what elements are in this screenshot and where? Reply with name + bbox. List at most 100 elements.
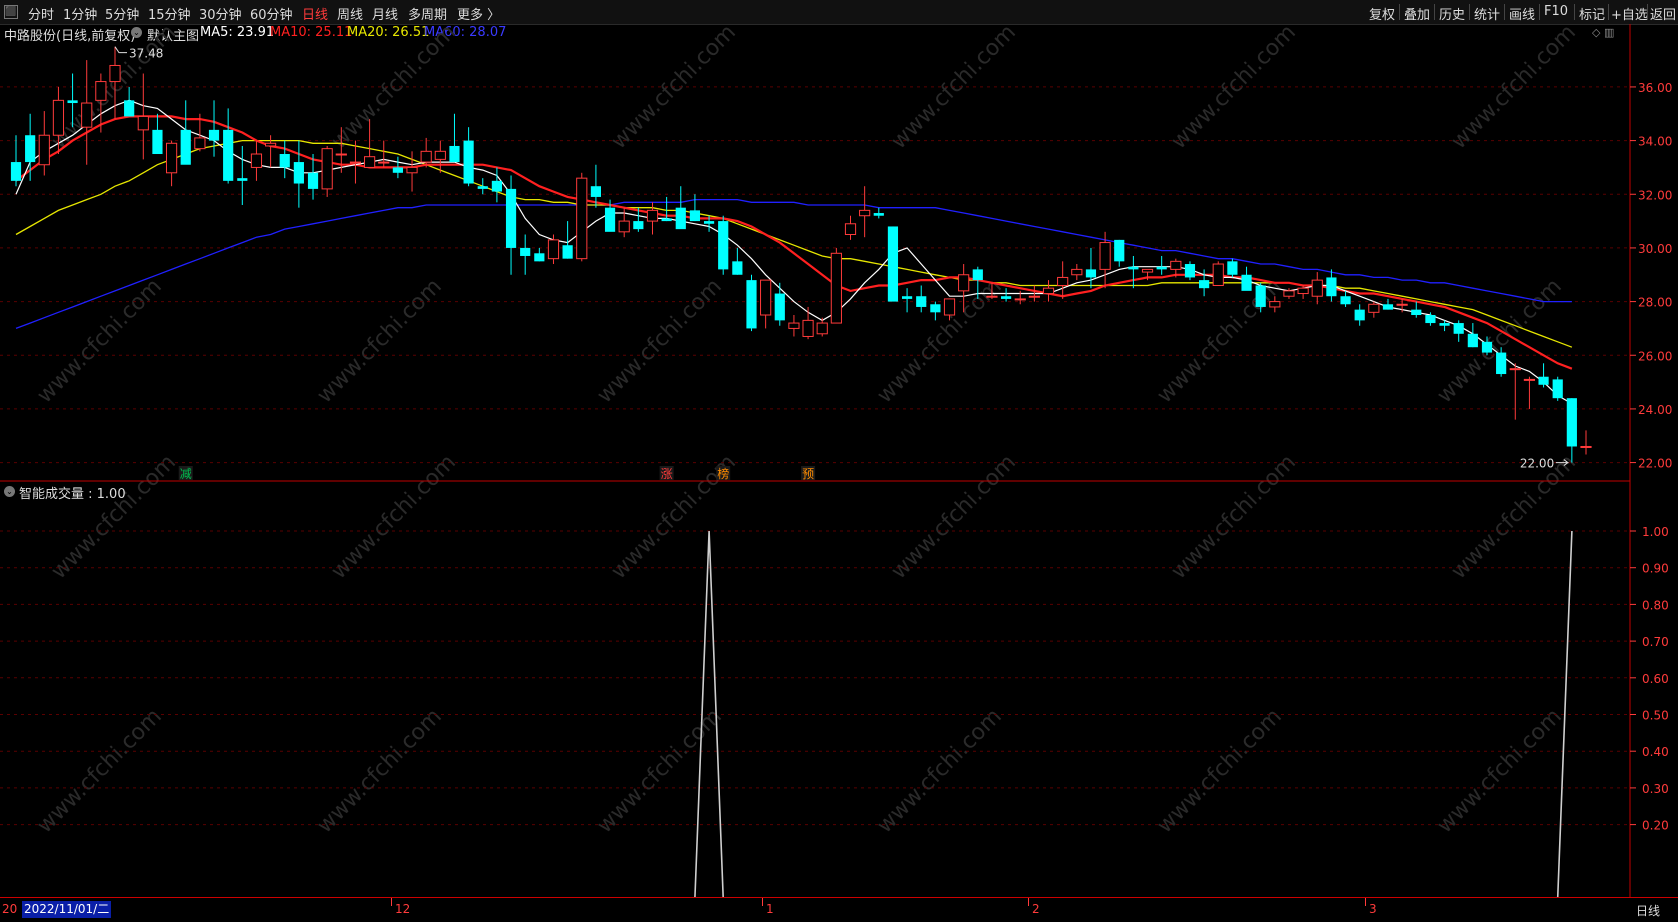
candle xyxy=(1269,296,1281,313)
candle xyxy=(1085,247,1097,289)
history-button[interactable]: 历史 xyxy=(1439,4,1465,23)
chart-settings-icon[interactable]: ⌄ xyxy=(131,27,142,38)
candle xyxy=(703,215,715,232)
period-multi[interactable]: 多周期 xyxy=(408,4,447,23)
candle-body xyxy=(675,207,686,230)
candle xyxy=(1227,258,1238,278)
ma5-line xyxy=(15,99,1573,405)
candle-body xyxy=(137,115,149,131)
candle xyxy=(802,306,814,340)
period-minute-time[interactable]: 分时 xyxy=(28,4,54,23)
period-60min[interactable]: 60分钟 xyxy=(250,4,293,23)
statistics-button[interactable]: 统计 xyxy=(1474,4,1500,23)
candle-body xyxy=(972,269,983,281)
candle-body xyxy=(1057,276,1069,286)
watermark-text: www.cfchi.com xyxy=(327,450,461,584)
low-price-label: 22.00 xyxy=(1520,457,1554,471)
f10-button[interactable]: F10 xyxy=(1544,4,1568,19)
period-daily[interactable]: 日线 xyxy=(302,4,328,23)
indicator-tick-label: 0.90 xyxy=(1642,562,1669,576)
candle xyxy=(1057,261,1069,299)
candle xyxy=(1481,336,1493,356)
period-5min[interactable]: 5分钟 xyxy=(105,4,139,23)
candle-body xyxy=(604,207,616,232)
ma20-value: MA20: 26.51 xyxy=(347,25,430,40)
candle-body xyxy=(392,167,403,173)
event-tag-bg xyxy=(659,466,674,480)
candle-body xyxy=(165,142,178,174)
candle-body xyxy=(307,172,319,189)
sidebar-toggle-icon[interactable]: ⬛ xyxy=(4,5,18,19)
candle xyxy=(434,140,446,173)
candle-body xyxy=(1255,285,1266,307)
period-monthly[interactable]: 月线 xyxy=(372,4,398,23)
main-chart-selector[interactable]: 默认主图 xyxy=(147,25,199,44)
candle-body xyxy=(703,221,715,224)
price-axes: 36.00 34.00 32.00 30.00 28.00 26.00 24.00 22.00… xyxy=(1630,81,1672,833)
candle-body xyxy=(534,253,545,262)
indicator-label: 智能成交量 : 1.00 xyxy=(19,487,126,502)
candle xyxy=(547,234,560,265)
event-tag: 减 xyxy=(180,467,192,481)
candle-body xyxy=(293,162,304,184)
candle-body xyxy=(901,296,913,299)
indicator-settings-icon[interactable]: ⌄ xyxy=(4,486,15,497)
candle-body xyxy=(25,135,36,163)
candle-body xyxy=(349,161,362,164)
panel-control-icons[interactable]: ◇ ▥ xyxy=(1592,26,1614,39)
period-weekly[interactable]: 周线 xyxy=(337,4,363,23)
candle xyxy=(887,226,899,302)
candle-body xyxy=(1538,376,1549,385)
candle-body xyxy=(1028,295,1040,298)
candle-body xyxy=(265,142,277,147)
candle-body xyxy=(279,154,290,168)
period-more[interactable]: 更多 〉 xyxy=(457,4,500,23)
add-favorite-button[interactable]: +自选 xyxy=(1611,4,1648,23)
period-15min[interactable]: 15分钟 xyxy=(148,4,191,23)
watermark-text: www.cfchi.com xyxy=(32,274,166,408)
candle-body xyxy=(873,213,884,216)
candle xyxy=(52,86,65,155)
candle-body xyxy=(1354,309,1365,321)
candle xyxy=(816,317,828,337)
candle xyxy=(194,113,206,152)
candle-body xyxy=(520,247,531,256)
candle-body xyxy=(434,150,446,160)
candle-body xyxy=(1000,296,1012,299)
month-label-mar: 3 xyxy=(1369,902,1377,916)
candle-body xyxy=(1425,315,1436,324)
candle-body xyxy=(38,134,50,166)
event-tag: 榜 xyxy=(717,466,729,481)
mark-button[interactable]: 标记 xyxy=(1579,4,1605,23)
back-button[interactable]: 返回 xyxy=(1650,4,1676,23)
candle xyxy=(661,196,672,222)
adjust-rights-button[interactable]: 复权 xyxy=(1369,4,1395,23)
candle xyxy=(1340,290,1351,307)
period-30min[interactable]: 30分钟 xyxy=(199,4,242,23)
candle-body xyxy=(1114,239,1125,262)
candle xyxy=(943,298,956,321)
overlay-button[interactable]: 叠加 xyxy=(1404,4,1430,23)
cursor-date: 2022/11/01/二 xyxy=(22,901,112,918)
candle-body xyxy=(449,145,460,163)
candle-body xyxy=(1396,303,1408,306)
candle-body xyxy=(505,188,517,248)
candle-body xyxy=(633,221,644,230)
candle xyxy=(1311,272,1323,305)
candle xyxy=(505,175,517,275)
candle xyxy=(1411,301,1422,318)
period-1min[interactable]: 1分钟 xyxy=(63,4,97,23)
candle xyxy=(420,137,432,168)
candle-body xyxy=(1566,398,1577,447)
watermark-layer: www.cfchi.com www.cfchi.com www.cfchi.com w… xyxy=(32,20,1580,838)
low-marker-arrow-head xyxy=(1563,462,1569,466)
price-tick-label: 32.00 xyxy=(1638,188,1672,202)
candle-body xyxy=(1042,287,1055,295)
candle-body xyxy=(109,64,121,83)
candle xyxy=(265,135,277,168)
candle-body xyxy=(1580,445,1592,448)
watermark-text: www.cfchi.com xyxy=(1432,274,1566,408)
candle-body xyxy=(1311,279,1323,297)
draw-line-button[interactable]: 画线 xyxy=(1509,4,1535,23)
kline-chart[interactable]: www.cfchi.com www.cfchi.com www.cfchi.com w… xyxy=(0,0,1678,921)
